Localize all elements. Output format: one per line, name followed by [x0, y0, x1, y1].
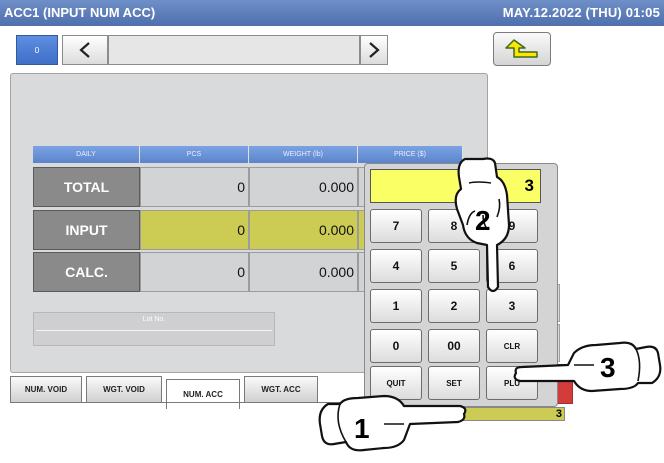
- tab-num-void[interactable]: NUM. VOID: [10, 376, 82, 402]
- key-00[interactable]: 00: [428, 329, 480, 363]
- key-0[interactable]: 0: [370, 329, 422, 363]
- step-1-pointing-hand-icon: 1: [318, 394, 467, 452]
- lot-number-divider: [36, 330, 272, 331]
- record-name-field[interactable]: [108, 35, 360, 65]
- record-number-button[interactable]: 0: [16, 35, 58, 65]
- back-button[interactable]: [493, 32, 551, 66]
- input-weight[interactable]: 0.000: [249, 210, 358, 250]
- title-bar: ACC1 (INPUT NUM ACC) MAY.12.2022 (THU) 0…: [0, 0, 664, 26]
- calc-pcs: 0: [140, 252, 249, 292]
- step-2-pointing-hand-icon: 2: [454, 157, 511, 293]
- calc-weight: 0.000: [249, 252, 358, 292]
- chevron-left-icon: [79, 42, 90, 58]
- row-label-calc: CALC.: [33, 252, 140, 292]
- return-arrow-icon: [505, 39, 538, 58]
- step-3-pointing-hand-icon: 3: [513, 341, 662, 393]
- chevron-right-icon: [369, 42, 380, 58]
- tab-wgt-acc[interactable]: WGT. ACC: [244, 376, 318, 402]
- step-2-number: 2: [475, 205, 491, 236]
- header-pcs: PCS: [140, 146, 249, 163]
- input-pcs[interactable]: 0: [140, 210, 249, 250]
- plu-entry-field[interactable]: 3: [455, 407, 565, 421]
- key-7[interactable]: 7: [370, 209, 422, 243]
- date-time: MAY.12.2022 (THU) 01:05: [502, 5, 660, 20]
- previous-button[interactable]: [62, 35, 108, 65]
- header-daily: DAILY: [33, 146, 140, 163]
- header-weight: WEIGHT (lb): [249, 146, 358, 163]
- key-4[interactable]: 4: [370, 249, 422, 283]
- key-1[interactable]: 1: [370, 289, 422, 323]
- next-button[interactable]: [360, 35, 388, 65]
- tab-num-acc[interactable]: NUM. ACC: [166, 379, 240, 409]
- lot-number-label: Lot No.: [142, 316, 166, 323]
- row-label-total: TOTAL: [33, 167, 140, 207]
- step-3-number: 3: [600, 352, 616, 383]
- step-1-number: 1: [354, 413, 370, 444]
- row-label-input: INPUT: [33, 210, 140, 250]
- total-pcs: 0: [140, 167, 249, 207]
- total-weight: 0.000: [249, 167, 358, 207]
- tab-wgt-void[interactable]: WGT. VOID: [86, 376, 162, 402]
- screen-title: ACC1 (INPUT NUM ACC): [4, 5, 156, 20]
